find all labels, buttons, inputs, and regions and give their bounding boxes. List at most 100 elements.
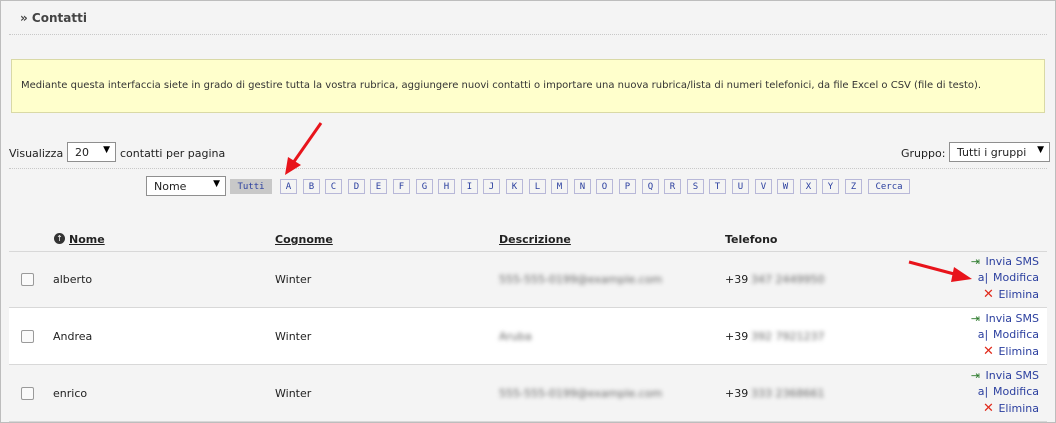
sort-up-icon[interactable]: ↑ — [54, 233, 65, 244]
sms-send-icon: ⇥ — [970, 369, 981, 382]
delete-label: Elimina — [998, 288, 1039, 301]
contact-phone: 333 2368661 — [751, 387, 825, 400]
delete-link[interactable]: ✕ Elimina — [981, 287, 1039, 302]
row-actions: ⇥ Invia SMS a| Modifica ✕ Elimina — [949, 369, 1039, 419]
contact-description: Aruba — [499, 330, 532, 343]
group-label: Gruppo: — [901, 147, 946, 160]
letter-k-button[interactable]: K — [506, 179, 523, 194]
contact-description: 555-555-0199@example.com — [499, 273, 663, 286]
letter-j-button[interactable]: J — [483, 179, 500, 194]
table-row: alberto Winter 555-555-0199@example.com +39… — [9, 251, 1047, 308]
per-page-select[interactable]: 20 ▼ — [67, 142, 116, 162]
send-sms-label: Invia SMS — [985, 255, 1039, 268]
chevron-down-icon: ▼ — [1037, 145, 1044, 155]
letter-g-button[interactable]: G — [416, 179, 433, 194]
annotation-arrow-edit — [908, 260, 972, 282]
header-name[interactable]: Nome — [69, 233, 105, 246]
letter-b-button[interactable]: B — [303, 179, 320, 194]
chevron-down-icon: ▼ — [213, 179, 220, 189]
letter-e-button[interactable]: E — [370, 179, 387, 194]
delete-link[interactable]: ✕ Elimina — [981, 344, 1039, 359]
edit-icon: a| — [977, 385, 989, 398]
contact-surname: Winter — [275, 330, 312, 343]
delete-icon: ✕ — [983, 401, 994, 416]
edit-icon: a| — [977, 328, 989, 341]
contact-name: alberto — [53, 273, 93, 286]
header-surname[interactable]: Cognome — [275, 233, 333, 246]
letter-w-button[interactable]: W — [777, 179, 794, 194]
annotation-arrow-letters — [285, 122, 323, 175]
table-row: enrico Winter 555-555-0199@example.com +39 3… — [9, 365, 1047, 422]
letters-divider — [9, 168, 1047, 169]
contact-phone: 392 7921237 — [751, 330, 825, 343]
contact-name: Andrea — [53, 330, 93, 343]
letter-u-button[interactable]: U — [732, 179, 749, 194]
contact-phone-prefix: +39 — [725, 273, 749, 286]
letter-y-button[interactable]: Y — [822, 179, 839, 194]
header-phone: Telefono — [725, 233, 778, 246]
contacts-panel: » Contatti Mediante questa interfaccia s… — [0, 0, 1056, 423]
delete-icon: ✕ — [983, 344, 994, 359]
send-sms-link[interactable]: ⇥ Invia SMS — [969, 369, 1039, 384]
contact-surname: Winter — [275, 387, 312, 400]
delete-label: Elimina — [998, 402, 1039, 415]
letter-x-button[interactable]: X — [800, 179, 817, 194]
contact-description: 555-555-0199@example.com — [499, 387, 663, 400]
sms-send-icon: ⇥ — [970, 312, 981, 325]
delete-label: Elimina — [998, 345, 1039, 358]
edit-icon: a| — [977, 271, 989, 284]
send-sms-label: Invia SMS — [985, 312, 1039, 325]
letter-all-button[interactable]: Tutti — [230, 179, 272, 194]
search-button[interactable]: Cerca — [868, 179, 910, 194]
letter-t-button[interactable]: T — [709, 179, 726, 194]
letter-q-button[interactable]: Q — [642, 179, 659, 194]
letter-s-button[interactable]: S — [687, 179, 704, 194]
row-checkbox[interactable] — [21, 273, 34, 286]
letter-d-button[interactable]: D — [348, 179, 365, 194]
table-header: ↑ Nome Cognome Descrizione Telefono — [9, 229, 1047, 252]
per-page-value: 20 — [75, 146, 89, 159]
letter-p-button[interactable]: P — [619, 179, 636, 194]
group-select[interactable]: Tutti i gruppi ▼ — [949, 142, 1050, 162]
letter-r-button[interactable]: R — [664, 179, 681, 194]
row-actions: ⇥ Invia SMS a| Modifica ✕ Elimina — [949, 312, 1039, 362]
edit-link[interactable]: a| Modifica — [976, 328, 1039, 343]
edit-link[interactable]: a| Modifica — [976, 271, 1039, 286]
sort-field-select[interactable]: Nome ▼ — [146, 176, 226, 196]
chevron-down-icon: ▼ — [103, 145, 110, 155]
letter-i-button[interactable]: I — [461, 179, 478, 194]
sort-field-value: Nome — [154, 180, 187, 193]
header-description[interactable]: Descrizione — [499, 233, 571, 246]
row-checkbox[interactable] — [21, 387, 34, 400]
letter-f-button[interactable]: F — [393, 179, 410, 194]
letter-a-button[interactable]: A — [280, 179, 297, 194]
letter-h-button[interactable]: H — [438, 179, 455, 194]
pagination-controls: Visualizza 20 ▼ contatti per pagina Grup… — [1, 141, 1055, 165]
contact-phone-prefix: +39 — [725, 387, 749, 400]
edit-label: Modifica — [993, 328, 1039, 341]
letter-o-button[interactable]: O — [596, 179, 613, 194]
send-sms-link[interactable]: ⇥ Invia SMS — [969, 255, 1039, 270]
edit-link[interactable]: a| Modifica — [976, 385, 1039, 400]
row-checkbox[interactable] — [21, 330, 34, 343]
title-divider — [9, 34, 1047, 35]
page-title: » Contatti — [20, 11, 87, 25]
info-box: Mediante questa interfaccia siete in gra… — [11, 59, 1045, 113]
table-row: Andrea Winter Aruba +39 392 7921237 ⇥ Invia SM… — [9, 308, 1047, 365]
show-label: Visualizza — [9, 147, 64, 160]
contact-surname: Winter — [275, 273, 312, 286]
contact-name: enrico — [53, 387, 88, 400]
letter-c-button[interactable]: C — [325, 179, 342, 194]
send-sms-link[interactable]: ⇥ Invia SMS — [969, 312, 1039, 327]
contact-phone: 347 2449950 — [751, 273, 825, 286]
delete-icon: ✕ — [983, 287, 994, 302]
letter-l-button[interactable]: L — [529, 179, 546, 194]
letter-z-button[interactable]: Z — [845, 179, 862, 194]
letter-n-button[interactable]: N — [574, 179, 591, 194]
send-sms-label: Invia SMS — [985, 369, 1039, 382]
contact-phone-prefix: +39 — [725, 330, 749, 343]
edit-label: Modifica — [993, 385, 1039, 398]
letter-v-button[interactable]: V — [755, 179, 772, 194]
delete-link[interactable]: ✕ Elimina — [981, 401, 1039, 416]
letter-m-button[interactable]: M — [551, 179, 568, 194]
